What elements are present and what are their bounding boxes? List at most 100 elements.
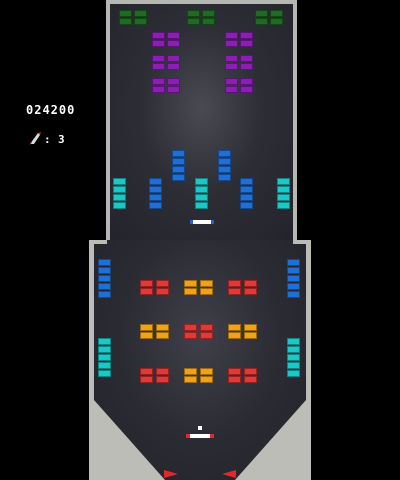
- brick: [240, 194, 253, 201]
- brick: [202, 18, 215, 25]
- brick: [140, 324, 153, 331]
- brick: [225, 63, 238, 70]
- brick: [240, 202, 253, 209]
- brick: [113, 202, 126, 209]
- lives-separator: :: [44, 133, 51, 146]
- brick: [218, 166, 231, 173]
- brick: [149, 186, 162, 193]
- brick: [156, 324, 169, 331]
- brick: [140, 376, 153, 383]
- brick: [187, 18, 200, 25]
- brick: [244, 368, 257, 375]
- brick: [287, 283, 300, 290]
- brick: [98, 354, 111, 361]
- brick: [195, 186, 208, 193]
- brick: [200, 332, 213, 339]
- brick: [98, 370, 111, 377]
- brick: [287, 267, 300, 274]
- right-flipper-marker: [222, 470, 236, 478]
- lower-paddle[interactable]: [186, 434, 214, 438]
- brick: [277, 186, 290, 193]
- brick: [240, 55, 253, 62]
- brick: [195, 178, 208, 185]
- brick: [184, 324, 197, 331]
- brick: [218, 150, 231, 157]
- brick: [167, 55, 180, 62]
- brick: [202, 10, 215, 17]
- brick: [98, 291, 111, 298]
- brick: [240, 63, 253, 70]
- brick: [184, 368, 197, 375]
- brick: [287, 259, 300, 266]
- brick: [287, 354, 300, 361]
- brick: [149, 178, 162, 185]
- brick: [156, 280, 169, 287]
- brick: [240, 186, 253, 193]
- lives-count: 3: [58, 133, 65, 146]
- brick: [98, 259, 111, 266]
- brick: [113, 178, 126, 185]
- brick: [152, 32, 165, 39]
- brick: [255, 18, 268, 25]
- brick: [167, 86, 180, 93]
- brick: [172, 150, 185, 157]
- brick: [195, 202, 208, 209]
- brick: [134, 10, 147, 17]
- brick: [228, 324, 241, 331]
- brick: [244, 324, 257, 331]
- brick: [167, 32, 180, 39]
- brick: [152, 86, 165, 93]
- brick: [228, 368, 241, 375]
- brick: [140, 332, 153, 339]
- brick: [228, 288, 241, 295]
- brick: [287, 346, 300, 353]
- brick: [152, 78, 165, 85]
- brick: [140, 368, 153, 375]
- brick: [152, 40, 165, 47]
- brick: [225, 32, 238, 39]
- brick: [184, 288, 197, 295]
- brick: [200, 368, 213, 375]
- brick: [184, 376, 197, 383]
- brick: [98, 283, 111, 290]
- brick: [134, 18, 147, 25]
- brick: [287, 338, 300, 345]
- brick: [195, 194, 208, 201]
- brick: [98, 275, 111, 282]
- rocket-icon: [29, 132, 41, 145]
- brick: [113, 186, 126, 193]
- brick: [167, 63, 180, 70]
- brick: [228, 280, 241, 287]
- brick: [225, 86, 238, 93]
- brick: [140, 288, 153, 295]
- brick: [277, 178, 290, 185]
- brick: [184, 332, 197, 339]
- brick: [167, 40, 180, 47]
- brick: [187, 10, 200, 17]
- brick: [228, 376, 241, 383]
- brick: [225, 40, 238, 47]
- brick: [244, 288, 257, 295]
- brick: [113, 194, 126, 201]
- brick: [240, 40, 253, 47]
- brick: [287, 291, 300, 298]
- brick: [287, 275, 300, 282]
- brick: [98, 362, 111, 369]
- brick: [184, 280, 197, 287]
- brick: [287, 362, 300, 369]
- brick: [244, 280, 257, 287]
- brick: [218, 174, 231, 181]
- upper-paddle[interactable]: [190, 220, 214, 224]
- brick: [172, 166, 185, 173]
- brick: [172, 174, 185, 181]
- brick: [156, 368, 169, 375]
- brick: [228, 332, 241, 339]
- brick: [277, 194, 290, 201]
- brick: [156, 376, 169, 383]
- brick: [240, 86, 253, 93]
- brick: [98, 267, 111, 274]
- brick: [200, 376, 213, 383]
- left-flipper-marker: [164, 470, 178, 478]
- right-funnel-slope: [235, 400, 306, 480]
- brick: [218, 158, 231, 165]
